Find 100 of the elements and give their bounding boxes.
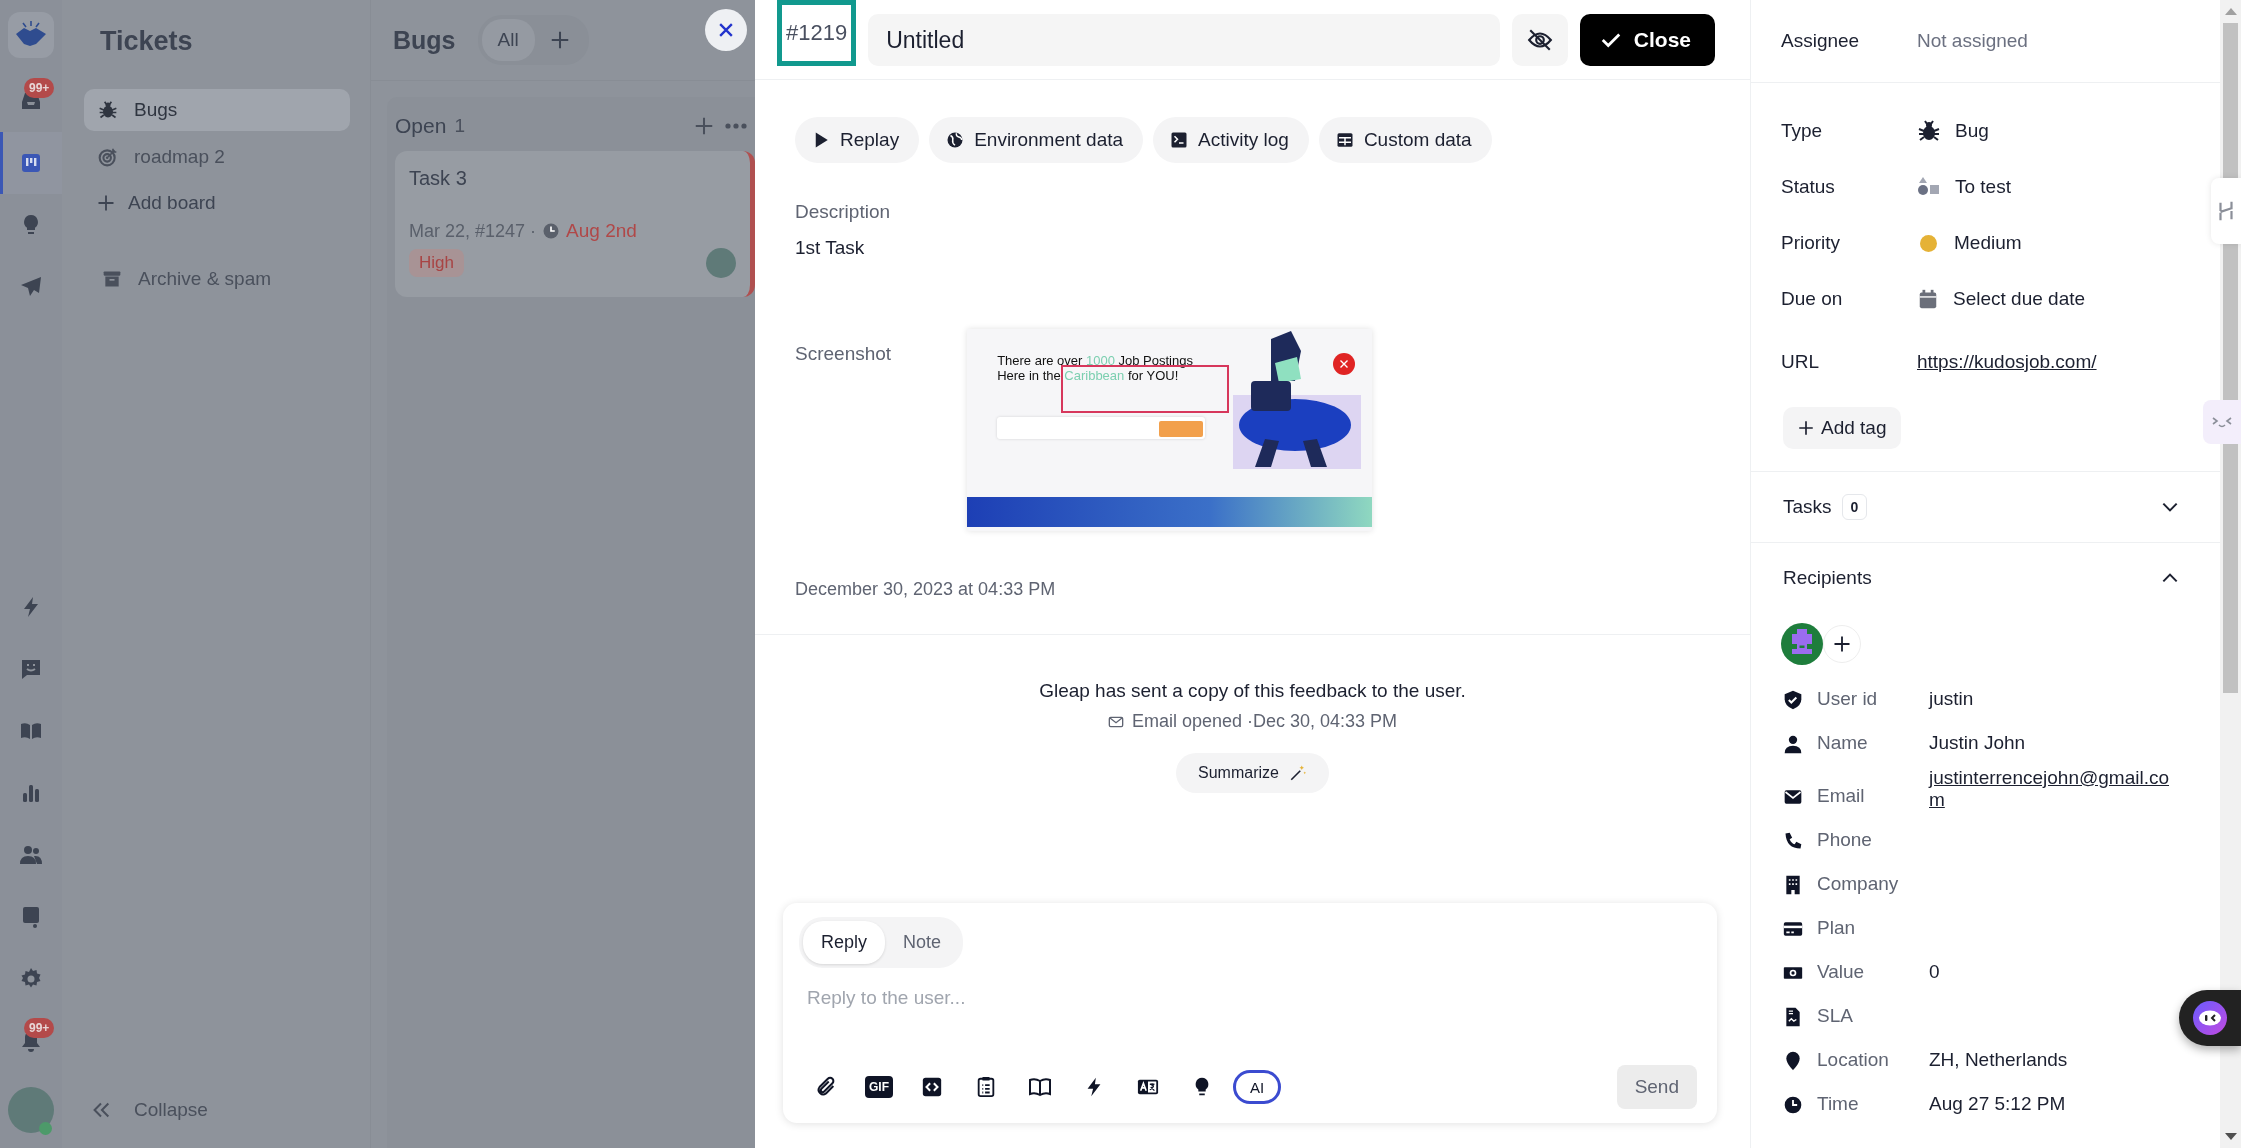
board-icon xyxy=(19,151,43,175)
add-recipient-button[interactable] xyxy=(1823,625,1861,663)
action-button[interactable]: Activity log xyxy=(1153,117,1309,163)
phone-icon xyxy=(1783,831,1803,851)
shield-check-icon xyxy=(1783,690,1803,710)
field-label: Status xyxy=(1781,176,1836,198)
target-icon xyxy=(98,147,118,167)
app-logo[interactable] xyxy=(8,12,54,58)
scroll-down-icon[interactable] xyxy=(2224,1133,2237,1140)
field-label: Value xyxy=(1817,961,1866,983)
mail-icon xyxy=(1783,787,1803,807)
send-button[interactable]: Send xyxy=(1616,1065,1697,1109)
recipient-avatar[interactable] xyxy=(1781,623,1823,665)
clipboard-icon xyxy=(975,1076,997,1098)
clock-icon xyxy=(542,222,561,240)
location-pin-icon xyxy=(1783,1051,1803,1071)
plus-icon xyxy=(1832,634,1852,654)
title-field[interactable]: Untitled xyxy=(868,14,1500,66)
field-value: ZH, Netherlands xyxy=(1929,1049,2069,1071)
email-link[interactable]: justinterrencejohn@gmail.com xyxy=(1929,767,2179,811)
action-button[interactable]: Environment data xyxy=(929,117,1144,163)
field-label: Priority xyxy=(1781,232,1842,254)
card-meta: Mar 22, #1247 · xyxy=(409,220,537,242)
action-button[interactable]: Replay xyxy=(795,117,920,163)
nav-item[interactable]: 99+ xyxy=(0,70,62,132)
field-label: Due on xyxy=(1781,288,1844,310)
field-value[interactable]: Bug xyxy=(1955,120,1989,142)
plus-icon xyxy=(693,115,715,137)
description-label: Description xyxy=(795,201,892,223)
credit-card-icon xyxy=(1783,919,1803,939)
nav-item[interactable] xyxy=(0,132,62,194)
gif-button[interactable]: GIF xyxy=(865,1076,893,1098)
field-value[interactable]: To test xyxy=(1955,176,2011,198)
field-label: URL xyxy=(1781,351,1820,373)
screenshot-label: Screenshot xyxy=(795,343,892,366)
field-label: Plan xyxy=(1817,917,1857,939)
field-label: SLA xyxy=(1817,1005,1854,1027)
board-title: Bugs xyxy=(393,25,456,55)
side-tab[interactable] xyxy=(2211,178,2241,244)
more-button[interactable] xyxy=(725,123,747,129)
side-widget[interactable] xyxy=(2203,400,2241,444)
section-title: Tasks xyxy=(1783,496,1832,518)
chat-icon xyxy=(19,657,43,681)
board-link[interactable]: Bugs xyxy=(84,89,350,131)
magic-wand-icon xyxy=(1288,764,1307,782)
archive-icon xyxy=(102,269,122,289)
field-value: Justin John xyxy=(1929,732,2027,754)
due-date: Aug 2nd xyxy=(566,220,637,242)
section-title: Recipients xyxy=(1783,567,1872,589)
action-button[interactable]: Custom data xyxy=(1318,117,1492,163)
reply-input[interactable]: Reply to the user... xyxy=(805,986,1697,1010)
terminal-icon xyxy=(1170,131,1189,149)
nav-item[interactable]: 99+ xyxy=(0,1010,62,1072)
scroll-up-icon[interactable] xyxy=(2224,8,2237,15)
bot-face-icon xyxy=(2198,1010,2222,1026)
assignee-value[interactable]: Not assigned xyxy=(1917,30,2028,52)
close-ticket-button[interactable]: Close xyxy=(1579,14,1715,66)
screenshot-headline: There are over 1000 Job Postings Here in the Caribbean for YOU! xyxy=(997,353,1193,383)
priority-tag: High xyxy=(409,249,464,277)
notification-badge: 99+ xyxy=(24,1018,55,1038)
url-link[interactable]: https://kudosjob.com/ xyxy=(1917,351,2097,373)
online-indicator xyxy=(39,1122,52,1135)
visibility-button[interactable] xyxy=(1511,14,1568,66)
field-label: Email xyxy=(1817,785,1866,807)
chat-bot-button[interactable] xyxy=(2179,990,2241,1046)
field-value: Aug 27 5:12 PM xyxy=(1929,1093,2067,1115)
field-value[interactable]: Select due date xyxy=(1953,288,2086,310)
composer-tab[interactable]: Note xyxy=(885,921,960,964)
field-label: Phone xyxy=(1817,829,1873,851)
ticket-card[interactable]: Task 3 Mar 22, #1247 · Aug 2nd High xyxy=(395,151,755,297)
description-text: 1st Task xyxy=(795,237,866,259)
add-tag-button[interactable]: Add tag xyxy=(1783,407,1901,449)
assignee-avatar xyxy=(706,248,736,278)
person-icon xyxy=(1783,734,1803,754)
table-icon xyxy=(1335,131,1354,149)
plus-icon xyxy=(1797,419,1815,437)
task-count: 0 xyxy=(1841,494,1868,520)
notification-badge: 99+ xyxy=(24,78,55,98)
bug-icon xyxy=(98,100,118,120)
column-count: 1 xyxy=(454,115,465,137)
card-title: Task 3 xyxy=(409,167,468,190)
summarize-button[interactable]: Summarize xyxy=(1176,753,1329,793)
field-label: Time xyxy=(1817,1093,1860,1115)
field-value[interactable]: Medium xyxy=(1954,232,2022,254)
activity-message: Gleap has sent a copy of this feedback to the user. xyxy=(1039,680,1466,702)
plus-icon xyxy=(96,193,116,213)
field-label: Type xyxy=(1781,120,1824,142)
field-label: Assignee xyxy=(1781,30,1861,52)
field-label: Location xyxy=(1817,1049,1890,1071)
ticket-id: #1219 xyxy=(777,0,857,66)
paperclip-icon xyxy=(815,1076,837,1098)
screenshot-thumbnail[interactable]: There are over 1000 Job Postings Here in the Caribbean for YOU! xyxy=(967,329,1373,531)
calendar-icon xyxy=(1917,288,1939,310)
bug-icon xyxy=(1917,119,1941,143)
composer-tab[interactable]: Reply xyxy=(803,921,886,964)
globe-icon xyxy=(946,131,965,149)
ai-button[interactable]: AI xyxy=(1233,1070,1281,1104)
field-label: Company xyxy=(1817,873,1900,895)
more-icon xyxy=(725,123,747,129)
field-value: 0 xyxy=(1929,961,1941,983)
